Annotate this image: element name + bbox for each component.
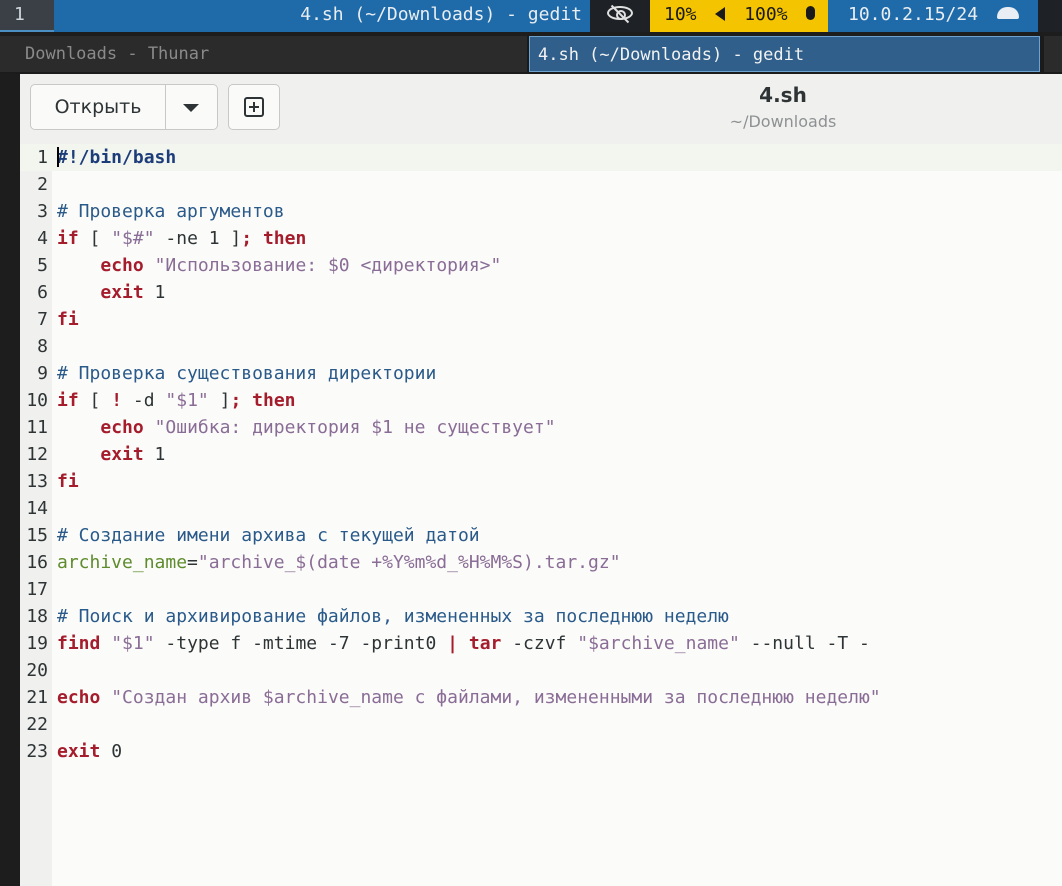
line-number: 1 [37,147,48,168]
code-line[interactable]: 7 fi [20,306,1062,333]
text-cursor [57,147,59,167]
line-number: 10 [26,390,48,411]
line-number: 23 [26,741,48,762]
gedit-window: Открыть 4.sh ~/Downloads 1 #!/bin/bash 2 3 #… [20,74,1062,886]
code-line[interactable]: 1 #!/bin/bash [20,144,1062,171]
code-text: exit 0 [57,741,123,762]
line-number: 7 [37,309,48,330]
code-text: find "$1" -type f -mtime -7 -print0 | ta… [57,633,870,654]
focused-window-title: 4.sh (~/Downloads) - gedit [54,0,590,32]
volume-value: 100% [744,4,788,25]
open-button[interactable]: Открыть [30,84,218,130]
code-line[interactable]: 12 exit 1 [20,441,1062,468]
code-line[interactable]: 13 fi [20,468,1062,495]
brightness-value: 10% [664,4,697,25]
header-bar: Открыть 4.sh ~/Downloads [20,74,1062,144]
line-number: 18 [26,606,48,627]
document-path: ~/Downloads [729,112,837,131]
code-line[interactable]: 16 archive_name="archive_$(date +%Y%m%d_%… [20,549,1062,576]
line-number: 21 [26,687,48,708]
line-number: 19 [26,633,48,654]
code-text: fi [57,471,79,492]
network-icon [996,7,1019,19]
chevron-down-icon[interactable] [183,104,199,112]
workspace-indicator[interactable]: 1 [0,0,54,32]
new-document-button[interactable] [228,84,280,130]
code-text: echo "Создан архив $archive_name с файла… [57,687,881,708]
line-number: 9 [37,363,48,384]
code-line[interactable]: 14 [20,495,1062,522]
code-line[interactable]: 2 [20,171,1062,198]
code-line[interactable]: 11 echo "Ошибка: директория $1 не сущест… [20,414,1062,441]
code-text: exit 1 [100,444,166,465]
line-number: 14 [26,498,48,519]
code-line[interactable]: 9 # Проверка существования директории [20,360,1062,387]
code-text: # Проверка существования директории [57,363,437,384]
line-number: 13 [26,471,48,492]
code-line[interactable]: 23 exit 0 [20,738,1062,765]
code-text: #!/bin/bash [57,147,177,168]
code-line[interactable]: 18 # Поиск и архивирование файлов, измене… [20,603,1062,630]
line-number: 20 [26,660,48,681]
code-text: if [ ! -d "$1" ]; then [57,390,296,411]
line-number: 12 [26,444,48,465]
line-number: 8 [37,336,48,357]
code-lines: 1 #!/bin/bash 2 3 # Проверка аргументов 4 if [… [20,144,1062,765]
tab-label: Downloads - Thunar [25,44,210,64]
ip-address: 10.0.2.15/24 [848,4,979,25]
line-number: 4 [37,228,48,249]
new-document-icon [244,97,264,117]
code-line[interactable]: 19 find "$1" -type f -mtime -7 -print0 | … [20,630,1062,657]
code-line[interactable]: 20 [20,657,1062,684]
line-number: 15 [26,525,48,546]
code-text: archive_name="archive_$(date +%Y%m%d_%H%… [57,552,621,573]
code-line[interactable]: 10 if [ ! -d "$1" ]; then [20,387,1062,414]
audio-status[interactable]: 10% 100% [650,0,828,32]
code-line[interactable]: 3 # Проверка аргументов [20,198,1062,225]
tab-edge [1044,36,1062,72]
microphone-icon [806,6,816,20]
open-button-label: Открыть [54,96,142,118]
code-line[interactable]: 6 exit 1 [20,279,1062,306]
code-text: # Проверка аргументов [57,201,285,222]
tab-gedit[interactable]: 4.sh (~/Downloads) - gedit [529,36,1040,72]
topbar-edge [1038,0,1062,32]
code-line[interactable]: 5 echo "Использование: $0 <директория>" [20,252,1062,279]
line-number: 6 [37,282,48,303]
line-number: 22 [26,714,48,735]
code-line[interactable]: 21 echo "Создан архив $archive_name с фай… [20,684,1062,711]
code-text: # Создание имени архива с текущей датой [57,525,480,546]
code-text: # Поиск и архивирование файлов, измененн… [57,606,729,627]
code-text: echo "Ошибка: директория $1 не существуе… [100,417,556,438]
workspace-number: 1 [14,4,25,25]
tab-thunar[interactable]: Downloads - Thunar [0,36,527,72]
code-text: echo "Использование: $0 <директория>" [100,255,502,276]
line-number: 11 [26,417,48,438]
line-number: 3 [37,201,48,222]
code-line[interactable]: 8 [20,333,1062,360]
code-text: fi [57,309,79,330]
document-title: 4.sh [759,83,807,107]
tab-label: 4.sh (~/Downloads) - gedit [538,45,805,65]
code-line[interactable]: 4 if [ "$#" -ne 1 ]; then [20,225,1062,252]
top-status-bar: 1 4.sh (~/Downloads) - gedit 10% 100% 10… [0,0,1062,32]
code-line[interactable]: 22 [20,711,1062,738]
window-tabs: Downloads - Thunar 4.sh (~/Downloads) - … [0,36,1062,74]
line-number: 2 [37,174,48,195]
network-status[interactable]: 10.0.2.15/24 [828,0,1038,32]
line-number: 17 [26,579,48,600]
speaker-icon [715,7,726,21]
idle-inhibitor[interactable] [590,0,650,32]
line-number: 16 [26,552,48,573]
code-line[interactable]: 17 [20,576,1062,603]
line-number: 5 [37,255,48,276]
code-editor[interactable]: 1 #!/bin/bash 2 3 # Проверка аргументов 4 if [… [20,144,1062,886]
code-text: exit 1 [100,282,166,303]
window-title-text: 4.sh (~/Downloads) - gedit [300,4,582,25]
code-text: if [ "$#" -ne 1 ]; then [57,228,307,249]
button-divider [165,85,166,129]
eye-off-icon [607,6,633,20]
code-line[interactable]: 15 # Создание имени архива с текущей дато… [20,522,1062,549]
